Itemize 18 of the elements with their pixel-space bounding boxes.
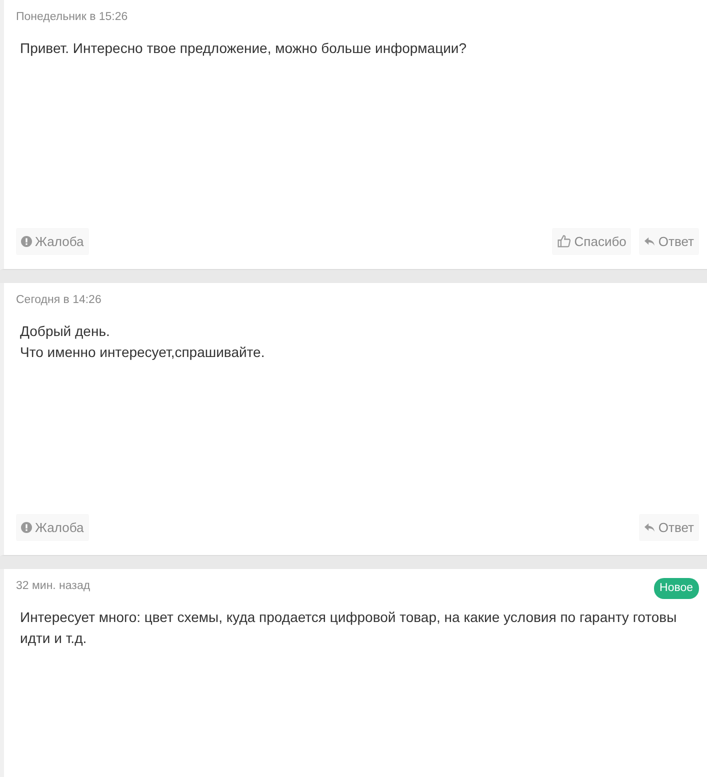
new-label: Новое: [654, 578, 699, 600]
report-button[interactable]: Жалоба: [16, 228, 89, 255]
reply-button[interactable]: Ответ: [639, 228, 699, 255]
post-timestamp: Понедельник в 15:26: [16, 10, 128, 25]
alert-icon: [21, 236, 32, 247]
report-button[interactable]: Жалоба: [16, 514, 89, 541]
thumbs-up-icon: [557, 234, 572, 248]
post-timestamp: 32 мин. назад: [16, 579, 90, 594]
alert-icon: [21, 522, 32, 533]
message-text: Привет. Интересно твое предложение, можно больше информации?: [20, 39, 468, 58]
reply-icon: [644, 522, 656, 533]
reply-icon: [644, 236, 656, 247]
post-timestamp: Сегодня в 14:26: [16, 293, 102, 308]
thanks-button[interactable]: Спасибо: [552, 228, 632, 255]
reply-button[interactable]: Ответ: [639, 514, 699, 541]
message-text: Добрый день.: [20, 322, 111, 341]
message-text: Интересует много: цвет схемы, куда продается цифровой товар, на какие условия по гаранту готовы идти и т.д.: [20, 608, 678, 648]
message-text: Что именно интересует,спрашивайте.: [20, 343, 266, 362]
